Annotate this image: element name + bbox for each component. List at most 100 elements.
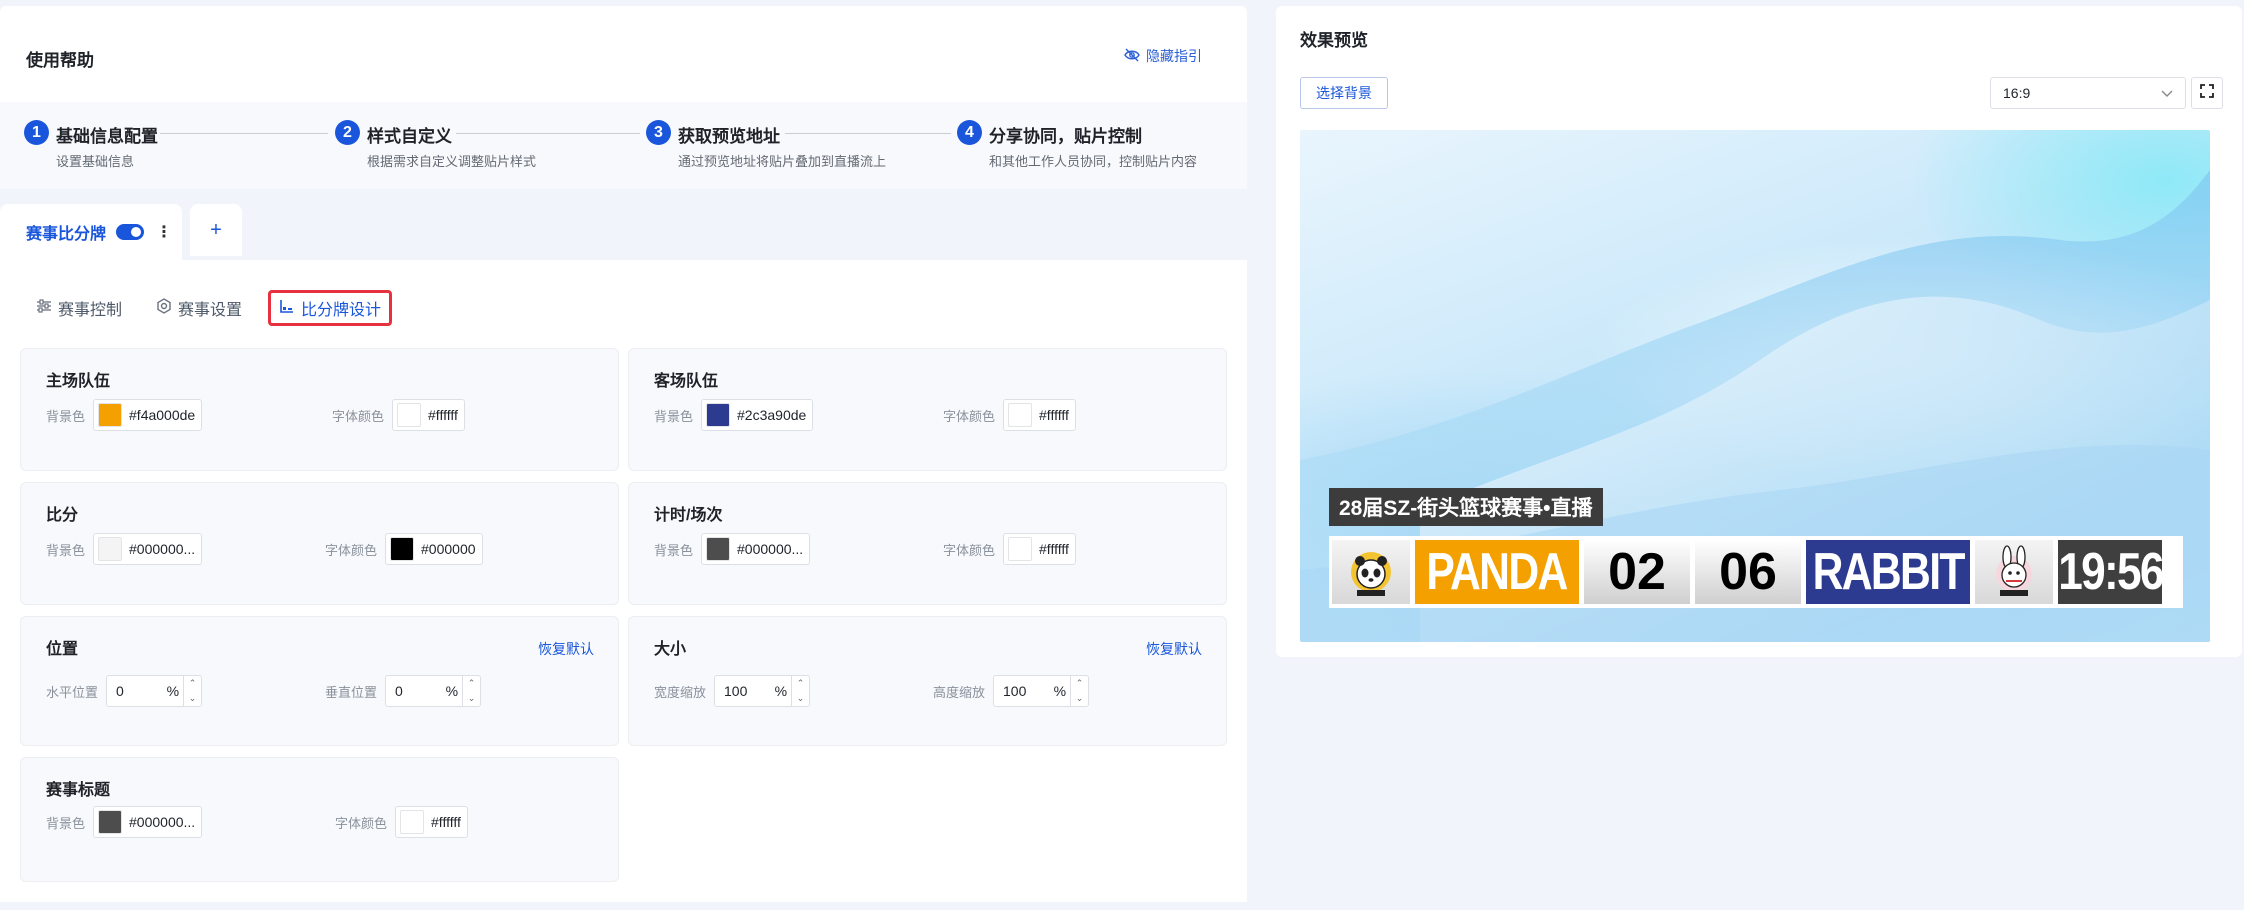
overlay-match-title: 28届SZ-街头篮球赛事•直播	[1329, 488, 1603, 526]
color-swatch	[1008, 403, 1033, 427]
color-swatch	[98, 810, 123, 834]
v-position-input[interactable]: 0 % ⌃ ⌄	[385, 675, 482, 707]
scoreboard-toggle[interactable]	[116, 224, 145, 240]
position-card: 位置 恢复默认 水平位置 0 % ⌃ ⌄ 垂直位置 0 % ⌃ ⌄	[20, 616, 619, 746]
card-title: 计时/场次	[654, 507, 723, 524]
color-value: #ffffff	[428, 407, 458, 423]
chevron-down-icon[interactable]: ⌄	[797, 693, 805, 704]
away-font-field: 字体颜色 #ffffff	[943, 399, 1076, 431]
input-value: 0	[116, 683, 124, 699]
panda-logo-icon	[1351, 552, 1391, 596]
tab-match-control[interactable]: 赛事控制	[36, 290, 122, 326]
design-icon	[279, 298, 295, 319]
home-bg-color-picker[interactable]: #f4a000de	[93, 399, 203, 431]
position-reset-link[interactable]: 恢复默认	[538, 639, 594, 659]
step-title: 分享协同，贴片控制	[989, 127, 1142, 146]
step-number: 3	[646, 120, 671, 145]
tab-match-control-label: 赛事控制	[58, 302, 123, 319]
chevron-up-icon[interactable]: ⌃	[1076, 678, 1084, 689]
chevron-down-icon[interactable]: ⌄	[468, 693, 476, 704]
tab-scoreboard[interactable]: 赛事比分牌 ⋮	[0, 204, 182, 260]
timer-card: 计时/场次 背景色 #000000... 字体颜色 #ffffff	[628, 482, 1227, 605]
chevron-up-icon[interactable]: ⌃	[468, 678, 476, 689]
chevron-down-icon[interactable]: ⌄	[189, 693, 197, 704]
away-font-color-picker[interactable]: #ffffff	[1003, 399, 1076, 431]
number-stepper[interactable]: ⌃ ⌄	[791, 676, 809, 706]
size-reset-link[interactable]: 恢复默认	[1146, 639, 1202, 659]
score-bg-field: 背景色 #000000...	[46, 533, 203, 565]
height-scale-input[interactable]: 100 % ⌃ ⌄	[993, 675, 1090, 707]
away-bg-field: 背景色 #2c3a90de	[654, 399, 814, 431]
tab-match-settings[interactable]: 赛事设置	[156, 290, 242, 326]
preview-stage: 28届SZ-街头篮球赛事•直播 PANDA 02 06 RABBIT 19:56	[1300, 130, 2210, 642]
card-title: 位置	[46, 641, 79, 658]
timer-bg-field: 背景色 #000000...	[654, 533, 811, 565]
field-label: 字体颜色	[332, 408, 385, 424]
home-team-name: PANDA	[1426, 543, 1569, 601]
fullscreen-button[interactable]	[2191, 77, 2223, 109]
color-value: #000000...	[129, 541, 196, 557]
gear-icon	[156, 297, 172, 319]
more-menu-icon[interactable]: ⋮	[156, 222, 172, 242]
chevron-up-icon[interactable]: ⌃	[189, 678, 197, 689]
step-desc: 根据需求自定义调整贴片样式	[367, 154, 537, 169]
title-font-color-picker[interactable]: #ffffff	[395, 806, 468, 838]
color-value: #ffffff	[431, 814, 461, 830]
color-value: #ffffff	[1039, 407, 1069, 423]
scoreboard-overlay: PANDA 02 06 RABBIT 19:56	[1329, 536, 2183, 608]
hide-guide-button[interactable]: 隐藏指引	[1124, 46, 1202, 66]
color-value: #000000...	[129, 814, 196, 830]
help-panel: 使用帮助 隐藏指引 1 基础信息配置 设置基础信息 2 样式自定义 根据需求自定…	[0, 6, 1247, 189]
score-font-color-picker[interactable]: #000000	[385, 533, 483, 565]
away-score: 06	[1695, 540, 1801, 604]
eye-off-icon	[1124, 48, 1140, 65]
choose-background-button[interactable]: 选择背景	[1300, 77, 1388, 109]
color-swatch	[98, 403, 123, 427]
sliders-icon	[36, 298, 52, 318]
score-bg-color-picker[interactable]: #000000...	[93, 533, 203, 565]
home-team-name-cell: PANDA	[1415, 540, 1579, 604]
chevron-up-icon[interactable]: ⌃	[797, 678, 805, 689]
height-scale-field: 高度缩放 100 % ⌃ ⌄	[933, 675, 1090, 707]
title-bg-color-picker[interactable]: #000000...	[93, 806, 203, 838]
number-stepper[interactable]: ⌃ ⌄	[462, 676, 480, 706]
tab-scoreboard-design[interactable]: 比分牌设计	[268, 290, 393, 326]
aspect-ratio-select[interactable]: 16:9	[1990, 77, 2186, 109]
card-title: 比分	[46, 507, 79, 524]
step-number: 1	[24, 120, 49, 145]
field-label: 宽度缩放	[654, 684, 707, 700]
number-stepper[interactable]: ⌃ ⌄	[183, 676, 201, 706]
step-number: 2	[335, 120, 360, 145]
step-desc: 通过预览地址将贴片叠加到直播流上	[678, 154, 887, 169]
score-card: 比分 背景色 #000000... 字体颜色 #000000	[20, 482, 619, 605]
step-desc: 设置基础信息	[56, 154, 135, 169]
add-tab-button[interactable]: +	[190, 204, 242, 256]
preview-title: 效果预览	[1300, 31, 1368, 50]
number-stepper[interactable]: ⌃ ⌄	[1070, 676, 1088, 706]
color-swatch	[706, 537, 731, 561]
width-scale-input[interactable]: 100 % ⌃ ⌄	[714, 675, 811, 707]
chevron-down-icon[interactable]: ⌄	[1076, 693, 1084, 704]
step-divider	[456, 133, 640, 134]
step-number: 4	[957, 120, 982, 145]
hide-guide-label: 隐藏指引	[1146, 48, 1202, 64]
away-bg-color-picker[interactable]: #2c3a90de	[701, 399, 814, 431]
color-swatch	[98, 537, 123, 561]
away-team-name: RABBIT	[1812, 543, 1965, 601]
input-value: 100	[1003, 683, 1027, 699]
home-font-color-picker[interactable]: #ffffff	[392, 399, 465, 431]
timer-font-color-picker[interactable]: #ffffff	[1003, 533, 1076, 565]
chevron-down-icon	[2161, 85, 2173, 101]
color-swatch	[400, 810, 425, 834]
game-timer: 19:56	[2057, 543, 2164, 601]
timer-bg-color-picker[interactable]: #000000...	[701, 533, 811, 565]
step-title: 基础信息配置	[56, 127, 158, 146]
card-title: 主场队伍	[46, 373, 111, 390]
step-divider	[785, 133, 951, 134]
title-bg-field: 背景色 #000000...	[46, 806, 203, 838]
unit-label: %	[774, 683, 788, 699]
h-position-input[interactable]: 0 % ⌃ ⌄	[106, 675, 203, 707]
size-card: 大小 恢复默认 宽度缩放 100 % ⌃ ⌄ 高度缩放 100 % ⌃ ⌄	[628, 616, 1227, 746]
fullscreen-icon	[2200, 83, 2214, 103]
field-label: 水平位置	[46, 684, 99, 700]
